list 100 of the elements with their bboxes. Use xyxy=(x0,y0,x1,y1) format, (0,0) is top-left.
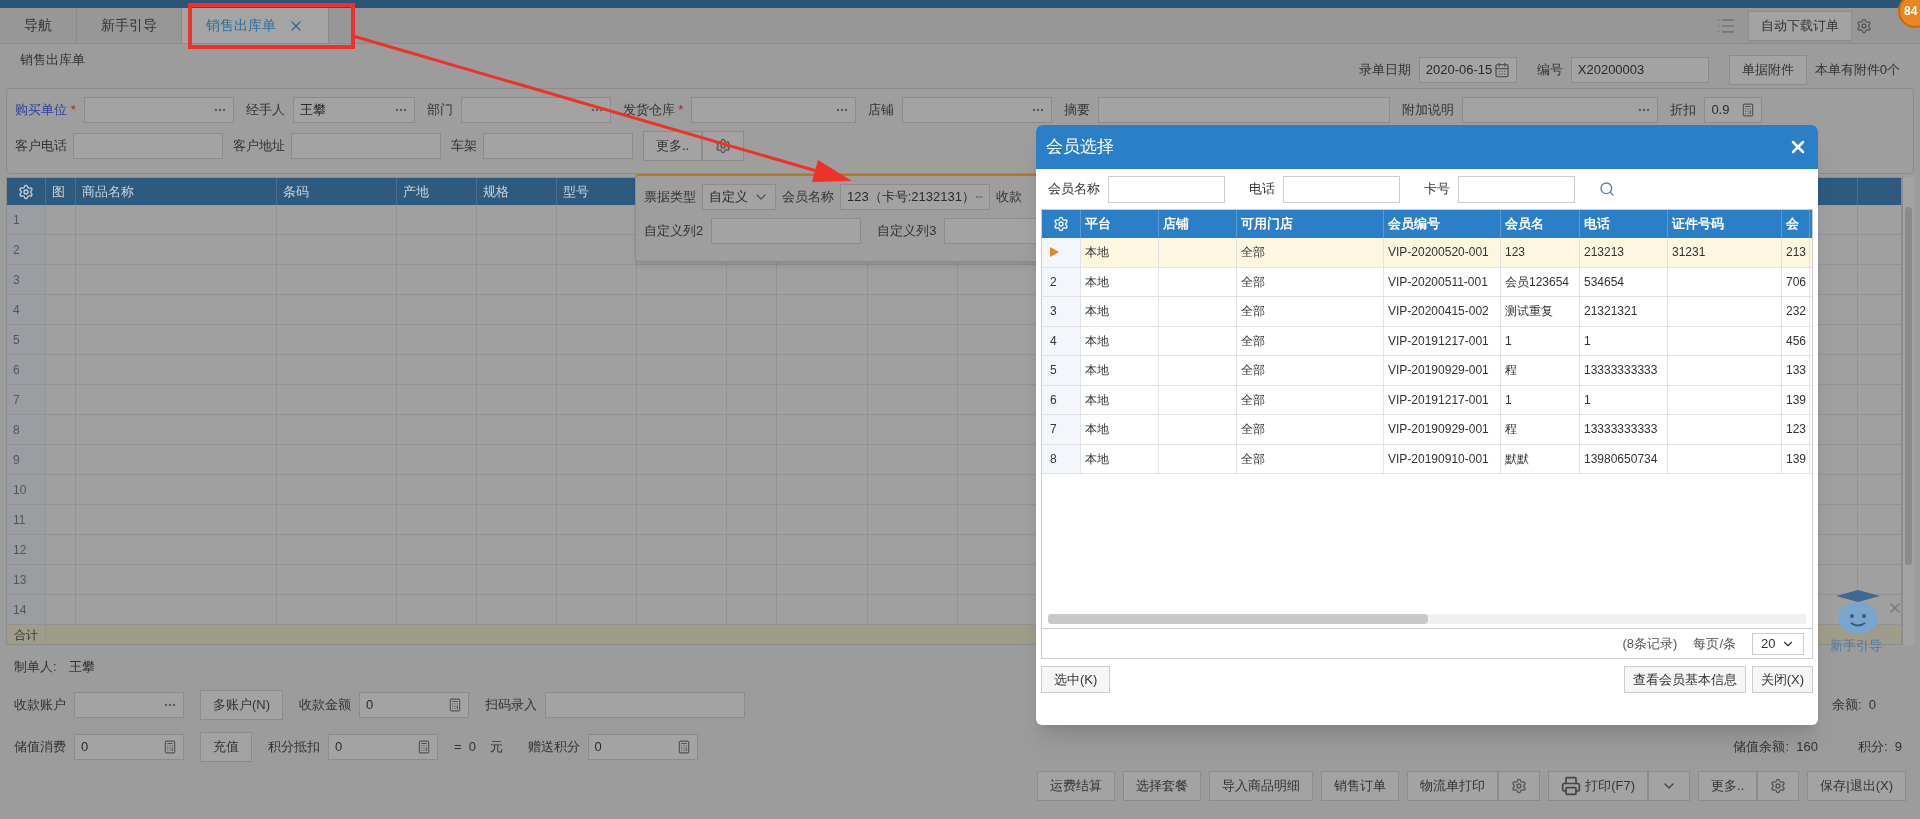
table-cell-text: 本地 xyxy=(1085,244,1109,262)
member-row[interactable]: 2 本地 全部 VIP-20200511-001 会员123654 534654 706 xyxy=(1042,267,1812,297)
table-cell-text: 全部 xyxy=(1241,273,1265,291)
row-number: 5 xyxy=(7,325,46,354)
column-header[interactable]: 产地 xyxy=(397,178,477,205)
settings-icon xyxy=(715,138,732,154)
total-label: 合计 xyxy=(7,625,46,644)
input-field[interactable]: 0 xyxy=(359,692,470,718)
table-cell-text: 213213 xyxy=(1584,244,1625,262)
table-cell-text: VIP-20200415-002 xyxy=(1388,303,1489,321)
input-field[interactable]: 123（卡号:2132131） xyxy=(840,184,990,210)
settings-button[interactable] xyxy=(1498,771,1541,801)
table-cell-text: VIP-20190929-001 xyxy=(1388,421,1489,439)
field-label: 编号 xyxy=(1536,61,1563,80)
column-header[interactable]: 图 xyxy=(46,178,76,205)
input-field[interactable] xyxy=(83,97,234,123)
table-cell-text: 测试重复 xyxy=(1505,303,1553,321)
field-label: 客户电话 xyxy=(15,137,67,156)
column-header[interactable]: 商品名称 xyxy=(76,178,277,205)
attachment-button[interactable]: 单据附件 xyxy=(1728,55,1807,85)
horizontal-scrollbar[interactable] xyxy=(1048,614,1806,624)
input-field[interactable]: 自定义 xyxy=(702,184,776,210)
row-number: 1 xyxy=(7,205,46,234)
notification-badge[interactable]: 84 xyxy=(1898,0,1920,28)
input-field[interactable]: 0 xyxy=(74,734,184,760)
column-header[interactable]: 条码 xyxy=(277,178,397,205)
member-info-button[interactable]: 查看会员基本信息 xyxy=(1623,666,1746,693)
table-cell-text: 13980650734 xyxy=(1584,450,1658,468)
member-row[interactable]: 5 本地 全部 VIP-20190929-001 程 13333333333 133 xyxy=(1042,356,1812,386)
more-button[interactable]: 更多.. xyxy=(643,131,703,161)
search-icon[interactable] xyxy=(1599,181,1615,197)
table-cell-text: 133 xyxy=(1786,362,1807,380)
input-field[interactable] xyxy=(902,97,1053,123)
field-label: 会员名称 xyxy=(782,188,834,207)
input-field[interactable]: 0.9 xyxy=(1704,97,1763,123)
settings-button[interactable] xyxy=(702,131,745,161)
table-cell-text: 本地 xyxy=(1085,332,1109,350)
input-field[interactable] xyxy=(74,692,184,718)
footer-button[interactable]: 多账户(N) xyxy=(200,690,284,720)
table-cell-text: 程 xyxy=(1505,362,1517,380)
action-button[interactable]: 保存|退出(X) xyxy=(1807,771,1906,801)
search-label: 电话 xyxy=(1249,180,1275,199)
input-field[interactable] xyxy=(460,97,611,123)
field-label: 客户地址 xyxy=(233,137,285,156)
table-cell-text: 31231 xyxy=(1672,244,1706,262)
table-cell-text: 13333333333 xyxy=(1584,362,1658,380)
table-cell-text: 本地 xyxy=(1085,391,1109,409)
select-button[interactable]: 选中(K) xyxy=(1041,666,1111,693)
input-field[interactable] xyxy=(1462,97,1659,123)
row-number: 11 xyxy=(7,505,46,534)
input-field[interactable]: 0 xyxy=(587,734,698,760)
action-button[interactable]: 选择套餐 xyxy=(1123,771,1202,801)
table-cell-text: 139 xyxy=(1786,450,1807,468)
footer-button[interactable]: 充值 xyxy=(200,732,252,762)
input-field[interactable] xyxy=(691,97,857,123)
action-button[interactable]: 运费结算 xyxy=(1037,771,1116,801)
column-header[interactable]: 型号 xyxy=(557,178,637,205)
search-field[interactable] xyxy=(1283,175,1400,203)
action-button[interactable]: 导入商品明细 xyxy=(1209,771,1314,801)
action-button[interactable]: 物流单打印 xyxy=(1407,771,1499,801)
member-row[interactable]: 4 本地 全部 VIP-20191217-001 1 1 456 xyxy=(1042,326,1812,356)
row-number: 14 xyxy=(7,595,46,624)
table-cell-text: 706 xyxy=(1786,273,1807,291)
table-cell-text: 全部 xyxy=(1241,391,1265,409)
member-row[interactable]: 6 本地 全部 VIP-20191217-001 1 1 139 xyxy=(1042,385,1812,415)
table-cell-text: 全部 xyxy=(1241,303,1265,321)
dropdown-button[interactable] xyxy=(1648,771,1691,801)
table-cell-text: 全部 xyxy=(1241,421,1265,439)
field-label: 扫码录入 xyxy=(485,696,538,715)
member-row[interactable]: 7 本地 全部 VIP-20190929-001 程 13333333333 123 xyxy=(1042,415,1812,445)
input-field[interactable]: 0 xyxy=(328,734,438,760)
action-button[interactable]: 打印(F7) xyxy=(1548,771,1649,801)
table-cell-text: 139 xyxy=(1786,391,1807,409)
search-field[interactable] xyxy=(1458,175,1575,203)
scrollbar[interactable] xyxy=(1902,177,1914,645)
member-row[interactable]: 3 本地 全部 VIP-20200415-002 测试重复 21321321 232 xyxy=(1042,297,1812,327)
member-row[interactable]: 本地 全部 VIP-20200520-001 123 213213 31231 213 xyxy=(1042,238,1812,268)
table-cell-text: 本地 xyxy=(1085,362,1109,380)
input-field[interactable]: 王攀 xyxy=(292,97,415,123)
table-cell-text: 534654 xyxy=(1584,273,1625,291)
table-cell-text: 123 xyxy=(1505,244,1526,262)
settings-button[interactable] xyxy=(1757,771,1800,801)
page-size-select[interactable]: 20 xyxy=(1752,632,1804,655)
input-field[interactable]: 2020-06-15 xyxy=(1418,57,1517,83)
table-cell-text: 全部 xyxy=(1241,450,1265,468)
row-number: 5 xyxy=(1050,362,1057,380)
table-cell-text: 1 xyxy=(1584,391,1591,409)
auto-download-button[interactable]: 自动下载订单 xyxy=(1748,10,1852,41)
member-row[interactable]: 8 本地 全部 VIP-20190910-001 默默 13980650734 139 xyxy=(1042,444,1812,474)
action-button[interactable]: 销售订单 xyxy=(1321,771,1400,801)
close-button[interactable]: 关闭(X) xyxy=(1751,666,1813,693)
settings-icon[interactable] xyxy=(1856,17,1872,34)
field-label[interactable]: 购买单位 * xyxy=(15,100,76,120)
table-cell-text: 1 xyxy=(1505,332,1512,350)
search-field[interactable] xyxy=(1108,175,1225,203)
tab[interactable]: 导航 xyxy=(0,8,77,43)
input-field[interactable]: X20200003 xyxy=(1570,57,1709,83)
action-button[interactable]: 更多.. xyxy=(1698,771,1758,801)
table-cell-text: 会员123654 xyxy=(1505,273,1570,291)
column-header[interactable]: 规格 xyxy=(477,178,557,205)
